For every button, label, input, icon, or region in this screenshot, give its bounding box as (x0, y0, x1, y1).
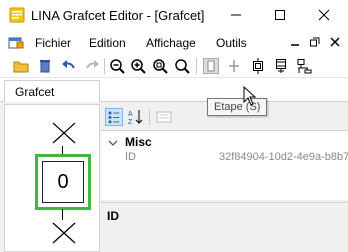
toolbar (0, 54, 348, 78)
tooltip: Etape (S) (207, 98, 268, 116)
undo-icon[interactable] (61, 58, 77, 74)
property-description: ID (101, 202, 348, 252)
toolbar-separator (149, 109, 150, 125)
trash-icon[interactable] (37, 58, 53, 74)
category-row[interactable]: Misc (101, 135, 348, 151)
mdi-minimize-icon[interactable] (288, 35, 302, 49)
step-0[interactable]: 0 (42, 161, 84, 203)
document-tabs: Grafcet (0, 80, 200, 102)
step-selection[interactable]: 0 (35, 154, 91, 210)
property-name: ID (125, 151, 136, 163)
toolbar-separator (104, 58, 105, 74)
sort-alpha-icon[interactable]: A Z (127, 108, 145, 126)
title-bar: LINA Grafcet Editor - [Grafcet] (0, 0, 348, 32)
property-pages-icon[interactable] (155, 108, 173, 126)
maximize-button[interactable] (258, 0, 302, 30)
document-icon[interactable] (8, 36, 24, 50)
property-row[interactable]: ID 32f84904-10d2-4e9a-b8b7 (101, 151, 348, 167)
toolbar-separator (196, 58, 197, 74)
app-icon (9, 7, 25, 23)
menu-fichier[interactable]: Fichier (35, 36, 71, 50)
window-title: LINA Grafcet Editor - [Grafcet] (31, 8, 205, 23)
description-title: ID (107, 209, 119, 223)
divergence-icon[interactable] (296, 58, 312, 74)
step-link-bottom (62, 209, 63, 220)
property-value[interactable]: 32f84904-10d2-4e9a-b8b7 (219, 151, 348, 163)
macro-step-icon[interactable] (273, 58, 289, 74)
zoom-in-icon[interactable] (130, 58, 146, 74)
zoom-reset-icon[interactable] (174, 58, 190, 74)
zoom-fit-icon[interactable] (152, 58, 168, 74)
close-button[interactable] (302, 0, 346, 30)
svg-text:Z: Z (128, 119, 133, 126)
cross-marker-icon (52, 122, 76, 144)
transition-tool-icon[interactable] (226, 58, 242, 74)
minimize-icon (231, 14, 241, 16)
tab-grafcet[interactable]: Grafcet (4, 80, 100, 102)
menu-affichage[interactable]: Affichage (146, 36, 196, 50)
category-label: Misc (125, 135, 152, 149)
chevron-down-icon[interactable] (108, 138, 118, 148)
property-grid: Misc ID 32f84904-10d2-4e9a-b8b7 (101, 130, 348, 200)
cursor-icon (243, 86, 257, 106)
categorized-icon[interactable] (105, 108, 123, 126)
cross-marker-icon (52, 222, 76, 244)
close-icon (318, 9, 330, 21)
menu-bar: Fichier Edition Affichage Outils (0, 32, 348, 54)
minimize-button[interactable] (214, 0, 258, 30)
maximize-icon (275, 10, 285, 20)
redo-icon[interactable] (84, 58, 100, 74)
menu-outils[interactable]: Outils (216, 36, 247, 50)
zoom-out-icon[interactable] (109, 58, 125, 74)
menu-edition[interactable]: Edition (89, 36, 126, 50)
mdi-restore-icon[interactable] (308, 35, 322, 49)
open-folder-icon[interactable] (13, 58, 29, 74)
step-tool-icon[interactable] (203, 58, 219, 74)
initial-step-icon[interactable] (250, 58, 266, 74)
mdi-close-icon[interactable] (328, 35, 342, 49)
svg-text:A: A (128, 111, 133, 118)
